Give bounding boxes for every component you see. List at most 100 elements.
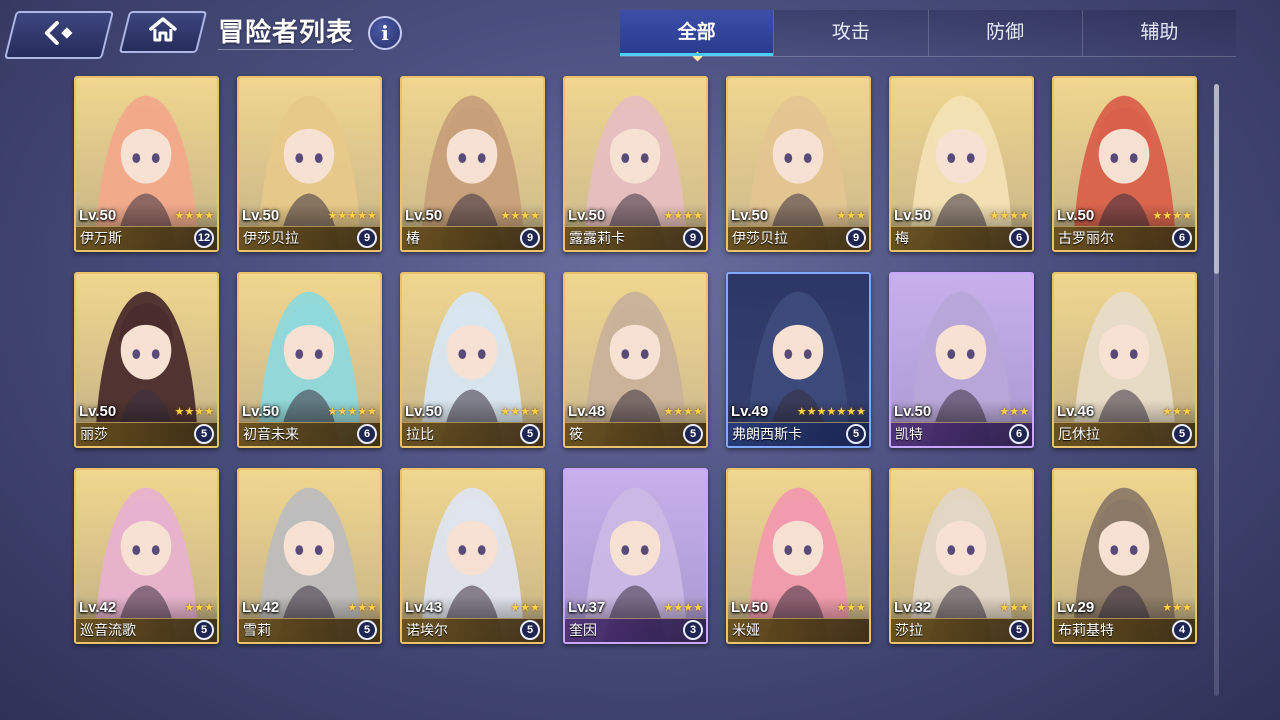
tab-1[interactable]: 攻击 xyxy=(773,10,928,56)
adventurer-card[interactable]: Lv.46 ★ ★ ★ 厄休拉 5 xyxy=(1052,272,1197,448)
back-button[interactable] xyxy=(4,11,114,59)
adventurer-card[interactable]: Lv.49 ★ ★ ★ ★ ★ ★ ★ 弗朗西斯卡 5 xyxy=(726,272,871,448)
star-rating: ★ ★ ★ xyxy=(836,210,866,222)
top-bar: 冒险者列表 i 全部 攻击 防御 辅助 xyxy=(0,0,1280,64)
rank-badge: 9 xyxy=(357,228,377,248)
star-rating: ★ ★ ★ ★ xyxy=(664,602,704,614)
star-icon: ★ xyxy=(204,210,214,222)
home-icon xyxy=(148,16,178,48)
star-icon: ★ xyxy=(836,406,847,418)
star-icon: ★ xyxy=(367,210,377,222)
adventurer-card[interactable]: Lv.43 ★ ★ ★ 诺埃尔 5 xyxy=(400,468,545,644)
star-icon: ★ xyxy=(1182,406,1192,418)
home-button[interactable] xyxy=(118,11,208,53)
level-label: Lv.29 xyxy=(1057,599,1095,616)
star-icon: ★ xyxy=(194,406,205,418)
star-icon: ★ xyxy=(1019,210,1029,222)
level-label: Lv.50 xyxy=(242,403,280,420)
rank-badge: 5 xyxy=(1172,424,1192,444)
star-icon: ★ xyxy=(520,210,531,222)
rank-badge: 5 xyxy=(846,424,866,444)
star-icon: ★ xyxy=(1009,210,1020,222)
star-icon: ★ xyxy=(520,406,531,418)
scrollbar-track[interactable] xyxy=(1214,84,1219,696)
star-rating: ★ ★ ★ ★ ★ xyxy=(328,406,377,418)
star-icon: ★ xyxy=(846,406,857,418)
star-rating: ★ ★ ★ ★ ★ xyxy=(328,210,377,222)
adventurer-name: 丽莎 xyxy=(80,426,108,442)
star-rating: ★ ★ ★ ★ xyxy=(501,406,541,418)
star-icon: ★ xyxy=(337,406,348,418)
star-rating: ★ ★ ★ ★ xyxy=(175,210,215,222)
star-icon: ★ xyxy=(367,406,377,418)
star-icon: ★ xyxy=(796,406,807,418)
level-label: Lv.50 xyxy=(79,207,117,224)
level-label: Lv.32 xyxy=(894,599,932,616)
tab-0[interactable]: 全部 xyxy=(620,10,774,56)
star-icon: ★ xyxy=(357,406,368,418)
adventurer-name: 伊万斯 xyxy=(80,230,122,246)
adventurer-card[interactable]: Lv.50 ★ ★ ★ 凯特 6 xyxy=(889,272,1034,448)
adventurer-card[interactable]: Lv.50 ★ ★ ★ ★ 古罗丽尔 6 xyxy=(1052,76,1197,252)
star-icon: ★ xyxy=(1019,406,1029,418)
adventurer-card[interactable]: Lv.50 ★ ★ ★ ★ 丽莎 5 xyxy=(74,272,219,448)
level-label: Lv.50 xyxy=(894,207,932,224)
star-icon: ★ xyxy=(347,602,358,614)
star-icon: ★ xyxy=(856,406,866,418)
adventurer-card[interactable]: Lv.42 ★ ★ ★ 雪莉 5 xyxy=(237,468,382,644)
adventurer-card[interactable]: Lv.48 ★ ★ ★ ★ 筱 5 xyxy=(563,272,708,448)
rank-badge: 5 xyxy=(194,424,214,444)
adventurer-name: 布莉基特 xyxy=(1058,622,1114,638)
adventurer-card[interactable]: Lv.42 ★ ★ ★ 巡音流歌 5 xyxy=(74,468,219,644)
star-rating: ★ ★ ★ ★ xyxy=(664,406,704,418)
star-icon: ★ xyxy=(1182,210,1192,222)
adventurer-card[interactable]: Lv.29 ★ ★ ★ 布莉基特 4 xyxy=(1052,468,1197,644)
rank-badge: 6 xyxy=(357,424,377,444)
star-icon: ★ xyxy=(184,406,195,418)
adventurer-card[interactable]: Lv.50 ★ ★ ★ ★ 椿 9 xyxy=(400,76,545,252)
star-icon: ★ xyxy=(836,210,847,222)
star-icon: ★ xyxy=(826,406,837,418)
star-icon: ★ xyxy=(367,602,377,614)
rank-badge: 5 xyxy=(683,424,703,444)
tab-2[interactable]: 防御 xyxy=(927,10,1082,56)
rank-badge: 12 xyxy=(194,228,214,248)
star-icon: ★ xyxy=(204,602,214,614)
star-icon: ★ xyxy=(194,210,205,222)
rank-badge: 6 xyxy=(1009,424,1029,444)
adventurer-name: 诺埃尔 xyxy=(406,622,448,638)
star-icon: ★ xyxy=(1162,406,1173,418)
star-icon: ★ xyxy=(1152,210,1163,222)
level-label: Lv.42 xyxy=(79,599,117,616)
adventurer-card[interactable]: Lv.50 ★ ★ ★ 米娅 xyxy=(726,468,871,644)
adventurer-card[interactable]: Lv.50 ★ ★ ★ ★ 拉比 5 xyxy=(400,272,545,448)
adventurer-name: 古罗丽尔 xyxy=(1058,230,1114,246)
level-label: Lv.50 xyxy=(894,403,932,420)
rank-badge: 6 xyxy=(1172,228,1192,248)
star-icon: ★ xyxy=(520,602,531,614)
star-icon: ★ xyxy=(184,210,195,222)
adventurer-card[interactable]: Lv.50 ★ ★ ★ ★ ★ 伊莎贝拉 9 xyxy=(237,76,382,252)
tab-3[interactable]: 辅助 xyxy=(1081,10,1236,56)
star-icon: ★ xyxy=(510,406,521,418)
adventurer-name: 伊莎贝拉 xyxy=(732,230,788,246)
scrollbar-thumb[interactable] xyxy=(1214,84,1219,274)
star-icon: ★ xyxy=(673,602,684,614)
adventurer-name: 雪莉 xyxy=(243,622,271,638)
adventurer-card[interactable]: Lv.50 ★ ★ ★ 伊莎贝拉 9 xyxy=(726,76,871,252)
info-icon: i xyxy=(381,21,389,45)
info-button[interactable]: i xyxy=(368,16,402,50)
star-icon: ★ xyxy=(337,210,348,222)
adventurer-card[interactable]: Lv.50 ★ ★ ★ ★ 伊万斯 12 xyxy=(74,76,219,252)
adventurer-card[interactable]: Lv.32 ★ ★ ★ 莎拉 5 xyxy=(889,468,1034,644)
star-icon: ★ xyxy=(530,406,540,418)
star-icon: ★ xyxy=(846,210,857,222)
star-icon: ★ xyxy=(194,602,205,614)
star-rating: ★ ★ ★ xyxy=(1162,406,1192,418)
adventurer-card[interactable]: Lv.50 ★ ★ ★ ★ 梅 6 xyxy=(889,76,1034,252)
adventurer-card[interactable]: Lv.37 ★ ★ ★ ★ 奎因 3 xyxy=(563,468,708,644)
adventurer-card[interactable]: Lv.50 ★ ★ ★ ★ 露露莉卡 9 xyxy=(563,76,708,252)
star-icon: ★ xyxy=(1162,210,1173,222)
adventurer-card[interactable]: Lv.50 ★ ★ ★ ★ ★ 初音未来 6 xyxy=(237,272,382,448)
rank-badge: 5 xyxy=(194,620,214,640)
